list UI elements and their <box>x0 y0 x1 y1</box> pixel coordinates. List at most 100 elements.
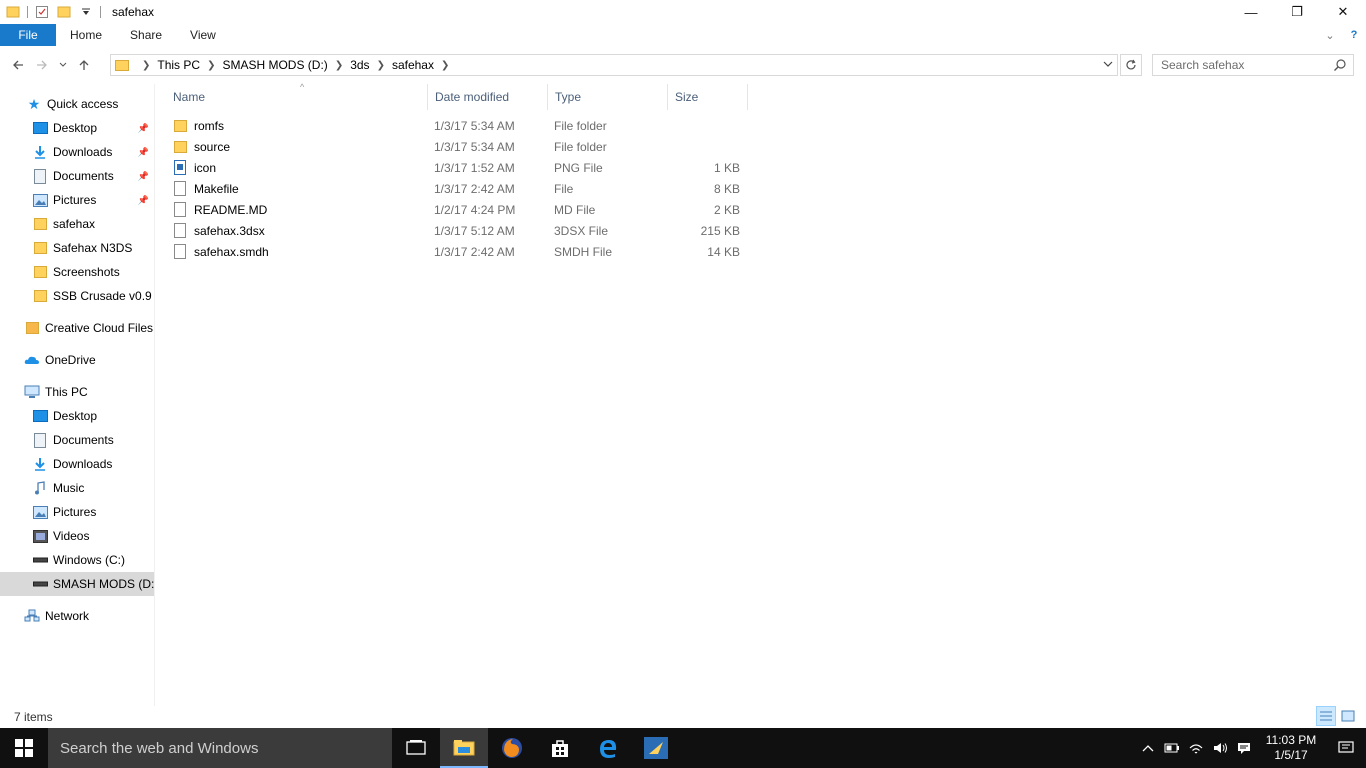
file-name: icon <box>194 160 217 175</box>
file-explorer-taskbar-icon[interactable] <box>440 728 488 768</box>
search-box[interactable] <box>1152 54 1354 76</box>
restore-button[interactable]: ❐ <box>1274 0 1320 24</box>
file-row[interactable]: source 1/3/17 5:34 AM File folder <box>172 136 752 157</box>
taskbar-search-box[interactable]: Search the web and Windows <box>48 728 392 768</box>
nav-this-pc[interactable]: This PC <box>0 380 154 404</box>
address-dropdown-icon[interactable] <box>1103 59 1113 72</box>
file-type: SMDH File <box>554 244 613 259</box>
show-hidden-icons-button[interactable] <box>1136 728 1160 768</box>
battery-icon[interactable] <box>1160 728 1184 768</box>
nav-label: Desktop <box>53 409 98 423</box>
column-header-name[interactable]: Name ^ <box>166 82 428 110</box>
sort-up-icon: ^ <box>300 82 305 92</box>
item-count: 7 items <box>14 710 53 724</box>
recent-locations-button[interactable] <box>54 53 72 77</box>
file-row[interactable]: romfs 1/3/17 5:34 AM File folder <box>172 115 752 136</box>
store-taskbar-icon[interactable] <box>536 728 584 768</box>
properties-icon[interactable] <box>35 5 49 19</box>
app-taskbar-icon[interactable] <box>632 728 680 768</box>
help-icon[interactable]: ? <box>1342 29 1366 41</box>
tab-home[interactable]: Home <box>56 24 116 46</box>
pin-icon[interactable]: 📌 <box>138 147 149 158</box>
chevron-down-icon <box>59 62 67 67</box>
nav-pc-desktop[interactable]: Desktop <box>0 404 154 428</box>
file-row[interactable]: icon 1/3/17 1:52 AM PNG File 1 KB <box>172 157 752 178</box>
nav-label: Safehax N3DS <box>53 241 133 255</box>
nav-pc-downloads[interactable]: Downloads <box>0 452 154 476</box>
details-view-button[interactable] <box>1316 706 1336 726</box>
nav-pc-smash-mods-d[interactable]: SMASH MODS (D:) <box>0 572 154 596</box>
breadcrumb-safehax[interactable]: safehax <box>392 58 434 72</box>
close-button[interactable]: ✕ <box>1320 0 1366 24</box>
forward-button[interactable] <box>30 53 54 77</box>
nav-quick-safehax[interactable]: safehax <box>0 212 154 236</box>
nav-network[interactable]: Network <box>0 604 154 628</box>
firefox-taskbar-icon[interactable] <box>488 728 536 768</box>
nav-pc-pictures[interactable]: Pictures <box>0 500 154 524</box>
file-size: 1 KB <box>713 160 740 175</box>
nav-pc-windows-c[interactable]: Windows (C:) <box>0 548 154 572</box>
folder-app-icon[interactable] <box>6 5 20 19</box>
clock[interactable]: 11:03 PM 1/5/17 <box>1256 733 1326 763</box>
nav-pc-documents[interactable]: Documents <box>0 428 154 452</box>
breadcrumb-separator-icon[interactable]: ❯ <box>142 60 150 71</box>
refresh-button[interactable] <box>1120 54 1142 76</box>
column-header-size[interactable]: Size <box>668 84 748 110</box>
nav-quick-access[interactable]: ★ Quick access <box>0 92 154 116</box>
image-file-icon <box>172 160 188 176</box>
nav-quick-desktop[interactable]: Desktop 📌 <box>0 116 154 140</box>
breadcrumb-smash-mods[interactable]: SMASH MODS (D:) <box>222 58 327 72</box>
customize-toolbar-icon[interactable] <box>79 5 93 19</box>
volume-icon[interactable] <box>1208 728 1232 768</box>
input-indicator-icon[interactable] <box>1232 728 1256 768</box>
search-input[interactable] <box>1161 58 1331 72</box>
back-button[interactable] <box>6 53 30 77</box>
breadcrumb-separator-icon[interactable]: ❯ <box>377 60 385 71</box>
breadcrumb-separator-icon[interactable]: ❯ <box>441 60 449 71</box>
task-view-button[interactable] <box>392 728 440 768</box>
new-folder-icon[interactable] <box>57 5 71 19</box>
nav-quick-documents[interactable]: Documents 📌 <box>0 164 154 188</box>
tab-share[interactable]: Share <box>116 24 176 46</box>
wifi-icon[interactable] <box>1184 728 1208 768</box>
nav-quick-pictures[interactable]: Pictures 📌 <box>0 188 154 212</box>
nav-pc-music[interactable]: Music <box>0 476 154 500</box>
file-row[interactable]: safehax.3dsx 1/3/17 5:12 AM 3DSX File 215 K… <box>172 220 752 241</box>
action-center-button[interactable] <box>1326 741 1366 755</box>
nav-quick-safehax-n3ds[interactable]: Safehax N3DS <box>0 236 154 260</box>
nav-quick-ssb-crusade-v0-9-p[interactable]: SSB Crusade v0.9 P <box>0 284 154 308</box>
large-icons-view-button[interactable] <box>1338 706 1358 726</box>
nav-quick-downloads[interactable]: Downloads 📌 <box>0 140 154 164</box>
start-button[interactable] <box>0 728 48 768</box>
up-button[interactable] <box>72 53 96 77</box>
minimize-button[interactable]: — <box>1228 0 1274 24</box>
nav-pc-videos[interactable]: Videos <box>0 524 154 548</box>
nav-quick-screenshots[interactable]: Screenshots <box>0 260 154 284</box>
address-bar[interactable]: ❯ This PC ❯ SMASH MODS (D:) ❯ 3ds ❯ safe… <box>110 54 1118 76</box>
tab-view[interactable]: View <box>176 24 230 46</box>
store-icon <box>552 740 568 757</box>
nav-onedrive[interactable]: OneDrive <box>0 348 154 372</box>
pin-icon[interactable]: 📌 <box>138 195 149 206</box>
column-header-date[interactable]: Date modified <box>428 84 548 110</box>
expand-ribbon-icon[interactable]: ⌄ <box>1318 29 1342 42</box>
edge-taskbar-icon[interactable] <box>584 728 632 768</box>
breadcrumb-3ds[interactable]: 3ds <box>350 58 369 72</box>
breadcrumb-separator-icon[interactable]: ❯ <box>335 60 343 71</box>
file-icon <box>172 223 188 239</box>
clock-date: 1/5/17 <box>1274 748 1308 762</box>
nav-label: Windows (C:) <box>53 553 126 567</box>
search-icon[interactable] <box>1333 58 1347 72</box>
nav-creative-cloud[interactable]: Creative Cloud Files <box>0 316 154 340</box>
creative-cloud-icon <box>24 320 40 336</box>
refresh-icon <box>1126 59 1136 70</box>
file-row[interactable]: README.MD 1/2/17 4:24 PM MD File 2 KB <box>172 199 752 220</box>
file-row[interactable]: Makefile 1/3/17 2:42 AM File 8 KB <box>172 178 752 199</box>
file-row[interactable]: safehax.smdh 1/3/17 2:42 AM SMDH File 14 KB <box>172 241 752 262</box>
pin-icon[interactable]: 📌 <box>138 171 149 182</box>
breadcrumb-this-pc[interactable]: This PC <box>157 58 200 72</box>
breadcrumb-separator-icon[interactable]: ❯ <box>207 60 215 71</box>
column-header-type[interactable]: Type <box>548 84 668 110</box>
tab-file[interactable]: File <box>0 24 56 46</box>
pin-icon[interactable]: 📌 <box>138 123 149 134</box>
